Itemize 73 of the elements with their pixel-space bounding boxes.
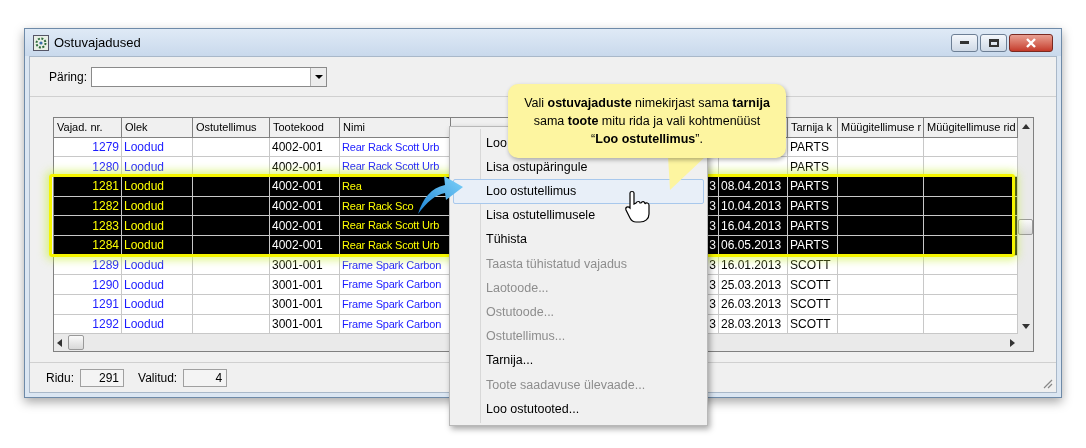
table-cell-text: 1289 [92,256,119,274]
table-cell-text: SCOTT [790,315,831,333]
table-cell-text: 3 [709,178,716,196]
table-cell-text: 3 [709,197,716,215]
table-cell-text: Loodud [124,296,165,314]
table-cell-text: Rea [342,179,362,195]
query-label: Päring: [49,68,88,86]
table-cell-text: 16.04.2013 [721,217,782,235]
window-title: Ostuvajadused [54,33,141,52]
status-label: Ridu: [46,369,74,387]
table-cell-text: Frame Spark Carbon [342,277,442,293]
table-cell-text: 3001-001 [272,315,323,333]
table-cell-text: Rear Rack Scott Urb [342,139,440,155]
table-cell-text: 3 [709,256,716,274]
table-cell-text: SCOTT [790,256,831,274]
table-cell-text: Loodud [124,158,165,176]
table-cell-text: SCOTT [790,276,831,294]
status-value: 291 [80,368,124,387]
table-cell-text: Loodud [124,237,165,255]
table-cell-text: Frame Spark Carbon [342,316,442,332]
table-cell-text: 1283 [92,217,119,235]
table-cell-text: 1279 [92,139,119,156]
table-cell-text: 4002-001 [272,237,323,255]
table-cell-text: 4002-001 [272,197,323,215]
table-cell-text: 3001-001 [272,296,323,314]
table-cell-text: Loodud [124,276,165,294]
table-cell-text: 08.04.2013 [721,178,782,196]
table-cell-text: PARTS [790,139,829,156]
table-cell-text: 3 [709,315,716,333]
table-cell-text: Loodud [124,315,165,333]
table-cell-text: 3 [709,296,716,314]
table-cell-text: Rear Rack Scott Urb [342,238,440,253]
table-cell-text: 25.03.2013 [721,276,782,294]
table-cell-text: 3 [709,276,716,294]
table-cell-text: 1290 [92,276,119,294]
table-cell-text: 28.03.2013 [721,315,782,333]
table-cell-text: 1292 [92,315,119,333]
table-cell-text: 1282 [92,197,119,215]
table-cell-text: Loodud [124,178,165,196]
table-cell-text: 1291 [92,296,119,314]
table-cell-text: SCOTT [790,296,831,314]
table-cell-text: Rear Rack Scott Urb [342,218,440,234]
table-cell-text: Loodud [124,217,165,235]
table-cell-text: Loodud [124,256,165,274]
status-value: 4 [183,368,228,387]
table-cell-text: 1280 [92,158,119,176]
table-cell-text: 06.05.2013 [721,237,782,255]
table-cell-text: 3001-001 [272,256,323,274]
table-cell-text: Loodud [124,139,165,156]
table-cell-text: 4002-001 [272,178,323,196]
table-cell-text: 1284 [92,237,119,255]
callout-text: Vali ostuvajaduste nimekirjast sama tarnija sama toote mitu rida ja vali kohtmenüüst “Loo ostutellimus”. [523,95,771,148]
table-cell-text: Frame Spark Carbon [342,257,442,273]
table-cell-text: 16.01.2013 [721,256,782,274]
table-cell-text: 3 [709,237,716,255]
table-cell-text: PARTS [790,158,829,176]
status-label: Valitud: [138,369,178,387]
table-cell-text: 3 [709,217,716,235]
table-cell-text: 1281 [92,178,119,196]
table-cell-text: Loodud [124,197,165,215]
table-cell-text: 3001-001 [272,276,323,294]
table-cell-text: 26.03.2013 [721,296,782,314]
table-cell-text: PARTS [790,217,829,235]
table-cell-text: Rear Rack Scott Urb [342,159,440,175]
table-cell-text: PARTS [790,197,829,215]
table-cell-text: Rear Rack Sco [342,198,414,214]
table-cell-text: PARTS [790,178,829,196]
table-cell-text: PARTS [790,237,829,255]
table-cell-text: 10.04.2013 [721,197,782,215]
table-cell-text: 4002-001 [272,217,323,235]
table-cell-text: 4002-001 [272,158,323,176]
table-cell-text: 4002-001 [272,139,323,156]
table-cell-text: Frame Spark Carbon [342,297,442,312]
